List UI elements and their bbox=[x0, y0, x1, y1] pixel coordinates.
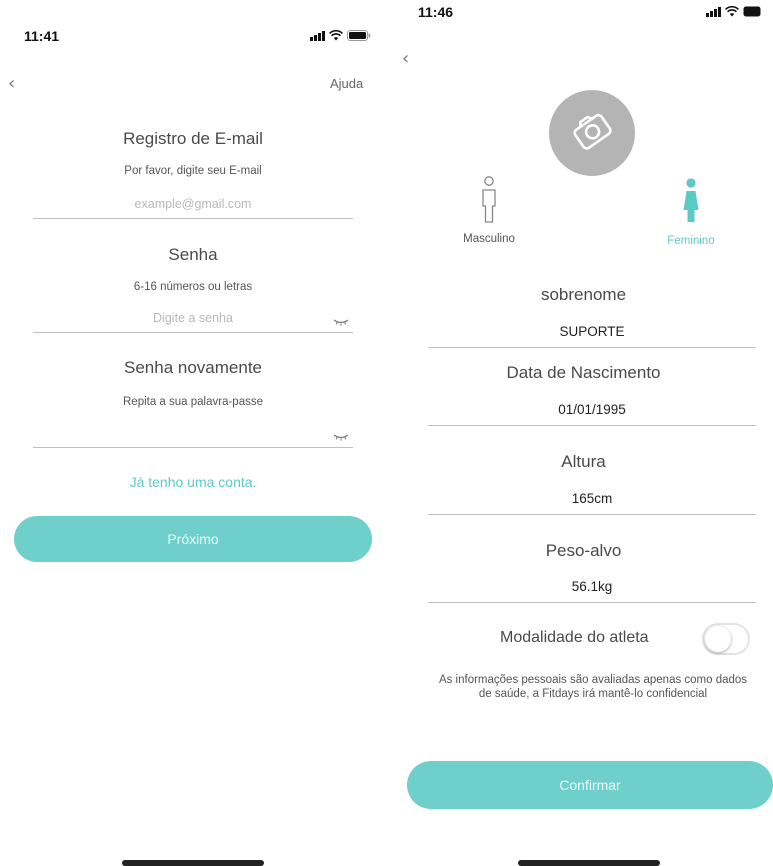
back-chevron-icon[interactable]: ‹ bbox=[8, 75, 15, 93]
home-indicator bbox=[122, 860, 264, 866]
next-button[interactable]: Próximo bbox=[14, 516, 372, 562]
confirm-button[interactable]: Confirmar bbox=[407, 761, 773, 809]
password-repeat-section-title: Senha novamente bbox=[124, 358, 262, 377]
password-field-container bbox=[33, 307, 353, 333]
help-link[interactable]: Ajuda bbox=[330, 76, 363, 91]
home-indicator bbox=[518, 860, 660, 866]
avatar-upload[interactable] bbox=[549, 90, 635, 176]
status-time: 11:41 bbox=[24, 28, 60, 44]
signal-icon bbox=[706, 7, 721, 17]
password-section-title: Senha bbox=[168, 245, 218, 264]
athlete-mode-label: Modalidade do atleta bbox=[500, 629, 649, 646]
wifi-icon bbox=[725, 6, 739, 17]
email-field-container bbox=[33, 193, 353, 219]
profile-setup-screen: 11:46 ‹ Masculino Feminino sobrenome SUP… bbox=[394, 0, 773, 866]
athlete-mode-toggle[interactable] bbox=[702, 623, 750, 655]
status-icons bbox=[706, 6, 761, 17]
battery-icon bbox=[743, 6, 761, 17]
gender-female-label: Feminino bbox=[667, 235, 715, 247]
gender-male-label: Masculino bbox=[463, 233, 515, 245]
gender-female-option[interactable]: Feminino bbox=[646, 178, 736, 247]
email-section-title: Registro de E-mail bbox=[123, 129, 263, 148]
password-repeat-input[interactable] bbox=[33, 422, 353, 444]
password-repeat-hint: Repita a sua palavra-passe bbox=[123, 396, 263, 408]
target-weight-value[interactable]: 56.1kg bbox=[428, 579, 756, 603]
height-value[interactable]: 165cm bbox=[428, 491, 756, 515]
birth-date-value[interactable]: 01/01/1995 bbox=[428, 402, 756, 426]
password-hint: 6-16 números ou letras bbox=[133, 281, 253, 293]
eye-closed-icon[interactable] bbox=[333, 313, 349, 331]
toggle-knob bbox=[705, 626, 731, 652]
password-repeat-field-container bbox=[33, 422, 353, 448]
privacy-note: As informações pessoais são avaliadas ap… bbox=[438, 674, 748, 700]
gender-male-option[interactable]: Masculino bbox=[444, 176, 534, 245]
wifi-icon bbox=[329, 30, 343, 41]
email-hint: Por favor, digite seu E-mail bbox=[124, 165, 262, 177]
email-input[interactable] bbox=[33, 193, 353, 215]
surname-title: sobrenome bbox=[540, 285, 627, 304]
status-icons bbox=[310, 30, 371, 41]
camera-icon bbox=[569, 108, 615, 159]
birth-date-title: Data de Nascimento bbox=[506, 363, 661, 382]
password-input[interactable] bbox=[33, 307, 353, 329]
surname-value[interactable]: SUPORTE bbox=[428, 324, 756, 348]
target-weight-title: Peso-alvo bbox=[545, 541, 622, 560]
battery-icon bbox=[347, 30, 371, 41]
signal-icon bbox=[310, 31, 325, 41]
email-registration-screen: 11:41 ‹ Ajuda Registro de E-mail Por fav… bbox=[0, 0, 386, 866]
male-figure-icon bbox=[479, 176, 499, 230]
back-chevron-icon[interactable]: ‹ bbox=[402, 50, 409, 68]
female-figure-icon bbox=[681, 178, 701, 228]
have-account-link[interactable]: Já tenho uma conta. bbox=[0, 474, 386, 490]
eye-closed-icon[interactable] bbox=[333, 428, 349, 446]
athlete-mode-row: Modalidade do atleta bbox=[394, 620, 773, 660]
height-title: Altura bbox=[561, 452, 606, 471]
status-time: 11:46 bbox=[418, 4, 454, 20]
